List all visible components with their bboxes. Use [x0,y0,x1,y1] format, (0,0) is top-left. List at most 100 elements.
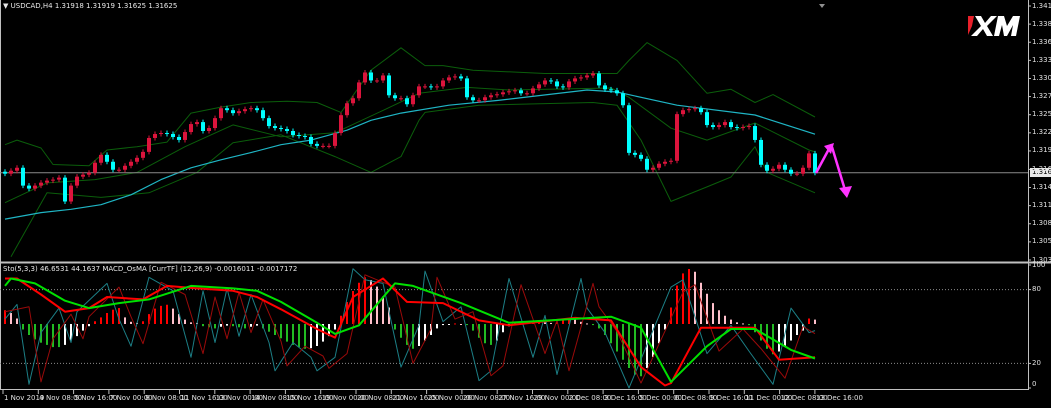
candle [153,131,157,141]
candle [321,143,325,149]
candle-body [153,134,157,138]
histogram-bar [658,324,660,344]
candle [543,77,547,87]
candle [687,106,691,113]
histogram-bar [424,324,426,341]
price-tick-label: 1.31125 [1032,201,1051,210]
candle [549,77,553,84]
candle-body [801,167,805,174]
candle-body [261,110,265,119]
histogram-bar [82,324,84,331]
candle-body [219,108,223,119]
candle [135,155,139,165]
candle-body [273,126,277,129]
candle [615,87,619,96]
candle [165,130,169,137]
candle-body [585,75,589,78]
candle-body [201,122,205,131]
candle-body [651,167,655,170]
candle-body [495,94,499,96]
histogram-bar [166,304,168,324]
candle [801,165,805,177]
histogram-bar [586,323,588,325]
candle-body [51,179,55,181]
candle [681,107,685,117]
candle [789,167,793,177]
candle-body [783,164,787,170]
histogram-bar [718,310,720,324]
candle-body [351,98,355,104]
histogram-bar [22,324,24,330]
candle-body [639,154,643,159]
candle [201,119,205,134]
candle [711,122,715,130]
candle-body [687,109,691,111]
candle [393,92,397,101]
bollinger-lower-line [10,102,816,257]
histogram-bar [310,324,312,349]
candle [465,75,469,100]
chart-canvas[interactable] [0,0,1051,408]
ohlc-label: 1.31918 1.31919 1.31625 1.31625 [54,2,178,10]
candle [243,106,247,114]
candle-body [693,108,697,110]
candle-body [489,95,493,98]
candle-body [405,98,409,105]
candle-body [603,85,607,90]
candle [513,87,517,94]
chart-shift-marker[interactable] [819,4,825,8]
candle-body [681,110,685,115]
osma-green-line [4,277,816,383]
candle [261,107,265,121]
candle-body [207,128,211,131]
candle-body [621,93,625,106]
candle-body [39,182,43,186]
candle [381,72,385,83]
candle [489,92,493,100]
candle-body [339,115,343,134]
histogram-bar [268,324,270,332]
candle-body [369,72,373,81]
histogram-bar [724,315,726,324]
candle [207,125,211,134]
candle [417,83,421,98]
candle [273,123,277,131]
bollinger-middle-line [4,86,816,204]
candle [27,183,31,192]
candle-body [111,161,115,170]
candle-body [591,73,595,76]
candle [723,119,727,128]
indicator-tick-label: 80 [1032,285,1041,294]
histogram-bar [250,324,252,327]
candle-body [15,167,19,171]
candle [285,126,289,134]
candle-body [87,172,91,175]
stoch-signal-line [4,274,816,384]
candle-body [285,129,289,131]
candle [729,119,733,130]
candle [777,162,781,172]
candle-body [33,185,37,189]
collapse-triangle-icon[interactable]: ▼ [3,2,8,10]
candle-body [777,164,781,169]
candle-body [561,86,565,88]
candle-body [459,76,463,79]
candle [573,75,577,84]
candle-body [189,124,193,133]
candle-body [537,84,541,89]
indicator-tick-label: 0 [1032,380,1037,388]
histogram-bar [292,324,294,345]
candle-body [171,134,175,137]
candle-body [9,170,13,174]
indicator-lines [4,268,816,389]
candle-body [387,75,391,96]
candle-body [711,125,715,128]
candle [579,74,583,81]
histogram-bar [244,324,246,329]
candle [651,165,655,173]
histogram-bar [466,324,468,326]
histogram-bar [88,324,90,327]
candle [249,105,253,112]
candle [57,175,61,183]
candle-body [255,108,259,111]
